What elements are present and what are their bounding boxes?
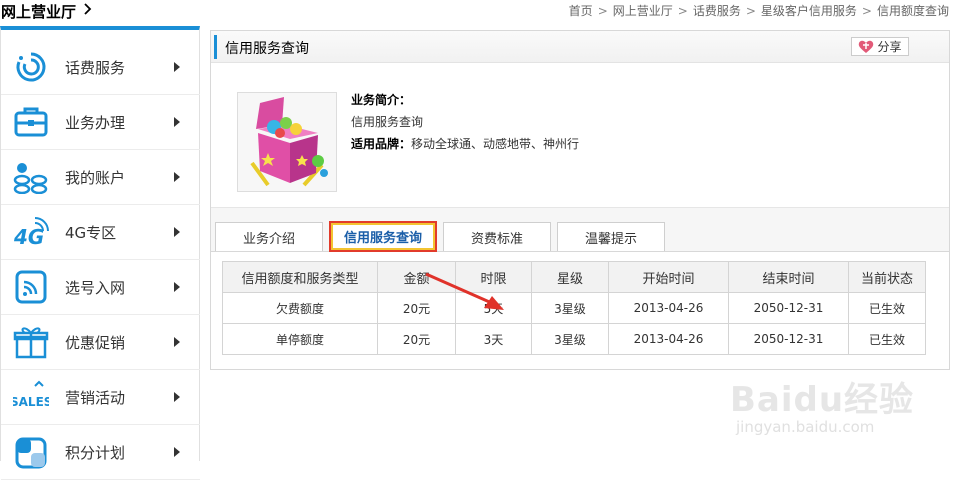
- chevron-right-icon: [174, 447, 180, 457]
- table-cell: 3天: [455, 323, 532, 355]
- column-header: 星级: [531, 261, 609, 293]
- sidebar: 话费服务 业务办理 我的账户 4G 4G专区 选号入网 优惠促销 SALES 营…: [0, 26, 200, 480]
- table-cell: 2013-04-26: [608, 323, 729, 355]
- tab-bar: 业务介绍 信用服务查询 资费标准 温馨提示: [211, 208, 949, 252]
- tab-label: 温馨提示: [584, 231, 637, 247]
- breadcrumb-separator: >: [861, 3, 872, 18]
- breadcrumb-home[interactable]: 首页: [569, 2, 593, 19]
- sidebar-item-promotions[interactable]: 优惠促销: [1, 315, 200, 370]
- column-header: 结束时间: [728, 261, 849, 293]
- chevron-right-icon: [174, 62, 180, 72]
- table-cell: 2050-12-31: [728, 323, 849, 355]
- column-header: 信用额度和服务类型: [222, 261, 378, 293]
- sidebar-item-label: 优惠促销: [65, 333, 126, 352]
- gift-box-icon: [250, 97, 328, 187]
- brand-label: 适用品牌：: [351, 137, 412, 151]
- column-header: 当前状态: [848, 261, 926, 293]
- chevron-right-icon: [174, 227, 180, 237]
- table-cell: 已生效: [848, 323, 926, 355]
- share-button[interactable]: 分享: [851, 37, 909, 56]
- breadcrumb-star-credit-service[interactable]: 星级客户信用服务: [761, 2, 857, 19]
- intro-text: 信用服务查询: [351, 115, 424, 129]
- breadcrumb-current: 信用额度查询: [876, 4, 949, 18]
- tab-label: 信用服务查询: [343, 231, 422, 246]
- sidebar-item-label: 我的账户: [65, 168, 126, 187]
- sidebar-item-choose-number[interactable]: 选号入网: [1, 260, 200, 315]
- header-accent-bar: [214, 35, 217, 59]
- column-header: 开始时间: [608, 261, 729, 293]
- svg-text:SALES: SALES: [13, 395, 49, 409]
- briefcase-icon: [14, 107, 48, 137]
- table-row: 欠费额度 20元 5天 3星级 2013-04-26 2050-12-31 已生…: [222, 292, 926, 324]
- points-icon: [15, 437, 47, 469]
- sidebar-item-label: 业务办理: [65, 113, 126, 132]
- tab-label: 业务介绍: [242, 231, 295, 247]
- sidebar-item-label: 积分计划: [65, 443, 126, 462]
- baidu-watermark: Baidu经验 jingyan.baidu.com: [730, 358, 950, 448]
- table-cell: 已生效: [848, 292, 926, 324]
- sidebar-item-label: 营销活动: [65, 388, 126, 407]
- sidebar-item-marketing[interactable]: SALES 营销活动: [1, 370, 200, 425]
- tab-fee-standard[interactable]: 资费标准: [443, 222, 551, 251]
- breadcrumb-online-hall[interactable]: 网上营业厅: [613, 2, 673, 19]
- table-cell: 欠费额度: [222, 292, 378, 324]
- sales-icon: SALES: [13, 380, 49, 409]
- sim-signal-icon: [15, 270, 47, 304]
- chevron-right-icon: [84, 3, 92, 15]
- heart-share-icon: [859, 40, 874, 53]
- chevron-right-icon: [174, 337, 180, 347]
- service-panel: 信用服务查询 分享 业务简介： 信用服务查询 适用品牌：移动全球通、动感地带、神…: [210, 30, 950, 370]
- sidebar-item-4g[interactable]: 4G 4G专区: [1, 205, 200, 260]
- sidebar-item-label: 4G专区: [65, 223, 117, 242]
- service-info: 业务简介： 信用服务查询 适用品牌：移动全球通、动感地带、神州行: [351, 89, 579, 155]
- sidebar-item-billing[interactable]: 话费服务: [1, 40, 200, 95]
- chevron-right-icon: [174, 117, 180, 127]
- table-header-row: 信用额度和服务类型 金额 时限 星级 开始时间 结束时间 当前状态: [222, 261, 926, 293]
- watermark-sub: jingyan.baidu.com: [736, 418, 875, 436]
- table-row: 单停额度 20元 3天 3星级 2013-04-26 2050-12-31 已生…: [222, 323, 926, 355]
- breadcrumb-billing-service[interactable]: 话费服务: [693, 2, 741, 19]
- table-cell: 单停额度: [222, 323, 378, 355]
- breadcrumb-separator: >: [677, 3, 688, 18]
- gift-icon: [13, 327, 49, 359]
- table-cell: 3星级: [531, 323, 609, 355]
- sidebar-item-label: 选号入网: [65, 278, 126, 297]
- sidebar-item-business[interactable]: 业务办理: [1, 95, 200, 150]
- share-label: 分享: [877, 40, 902, 54]
- column-header: 时限: [455, 261, 532, 293]
- tab-tips[interactable]: 温馨提示: [557, 222, 665, 251]
- panel-title: 信用服务查询: [225, 41, 309, 57]
- panel-header: 信用服务查询 分享: [211, 31, 949, 63]
- refresh-circle-icon: [16, 52, 46, 82]
- breadcrumb: 首页 > 网上营业厅 > 话费服务 > 星级客户信用服务 > 信用额度查询: [569, 2, 949, 19]
- top-bar: 网上营业厅 首页 > 网上营业厅 > 话费服务 > 星级客户信用服务 > 信用额…: [0, 0, 953, 26]
- table-cell: 20元: [377, 292, 456, 324]
- brand-text: 移动全球通、动感地带、神州行: [411, 137, 580, 151]
- table-cell: 2013-04-26: [608, 292, 729, 324]
- table-cell: 5天: [455, 292, 532, 324]
- chevron-right-icon: [174, 392, 180, 402]
- breadcrumb-separator: >: [745, 3, 756, 18]
- sidebar-item-label: 话费服务: [65, 58, 126, 77]
- sidebar-item-account[interactable]: 我的账户: [1, 150, 200, 205]
- 4g-icon: 4G: [13, 217, 49, 249]
- svg-text:4G: 4G: [13, 225, 44, 249]
- credit-table: 信用额度和服务类型 金额 时限 星级 开始时间 结束时间 当前状态 欠费额度 2…: [222, 261, 926, 355]
- watermark-main: Baidu经验: [730, 380, 915, 420]
- intro-label: 业务简介：: [351, 93, 412, 107]
- tab-business-intro[interactable]: 业务介绍: [215, 222, 323, 251]
- chevron-right-icon: [174, 172, 180, 182]
- chevron-right-icon: [174, 282, 180, 292]
- tab-credit-query[interactable]: 信用服务查询: [329, 221, 437, 252]
- table-cell: 3星级: [531, 292, 609, 324]
- account-icon: [13, 163, 48, 194]
- sidebar-item-points[interactable]: 积分计划: [1, 425, 200, 480]
- product-image: [237, 92, 337, 192]
- tab-label: 资费标准: [470, 231, 523, 247]
- table-cell: 20元: [377, 323, 456, 355]
- breadcrumb-separator: >: [597, 3, 608, 18]
- column-header: 金额: [377, 261, 456, 293]
- table-cell: 2050-12-31: [728, 292, 849, 324]
- hall-title: 网上营业厅: [1, 3, 77, 21]
